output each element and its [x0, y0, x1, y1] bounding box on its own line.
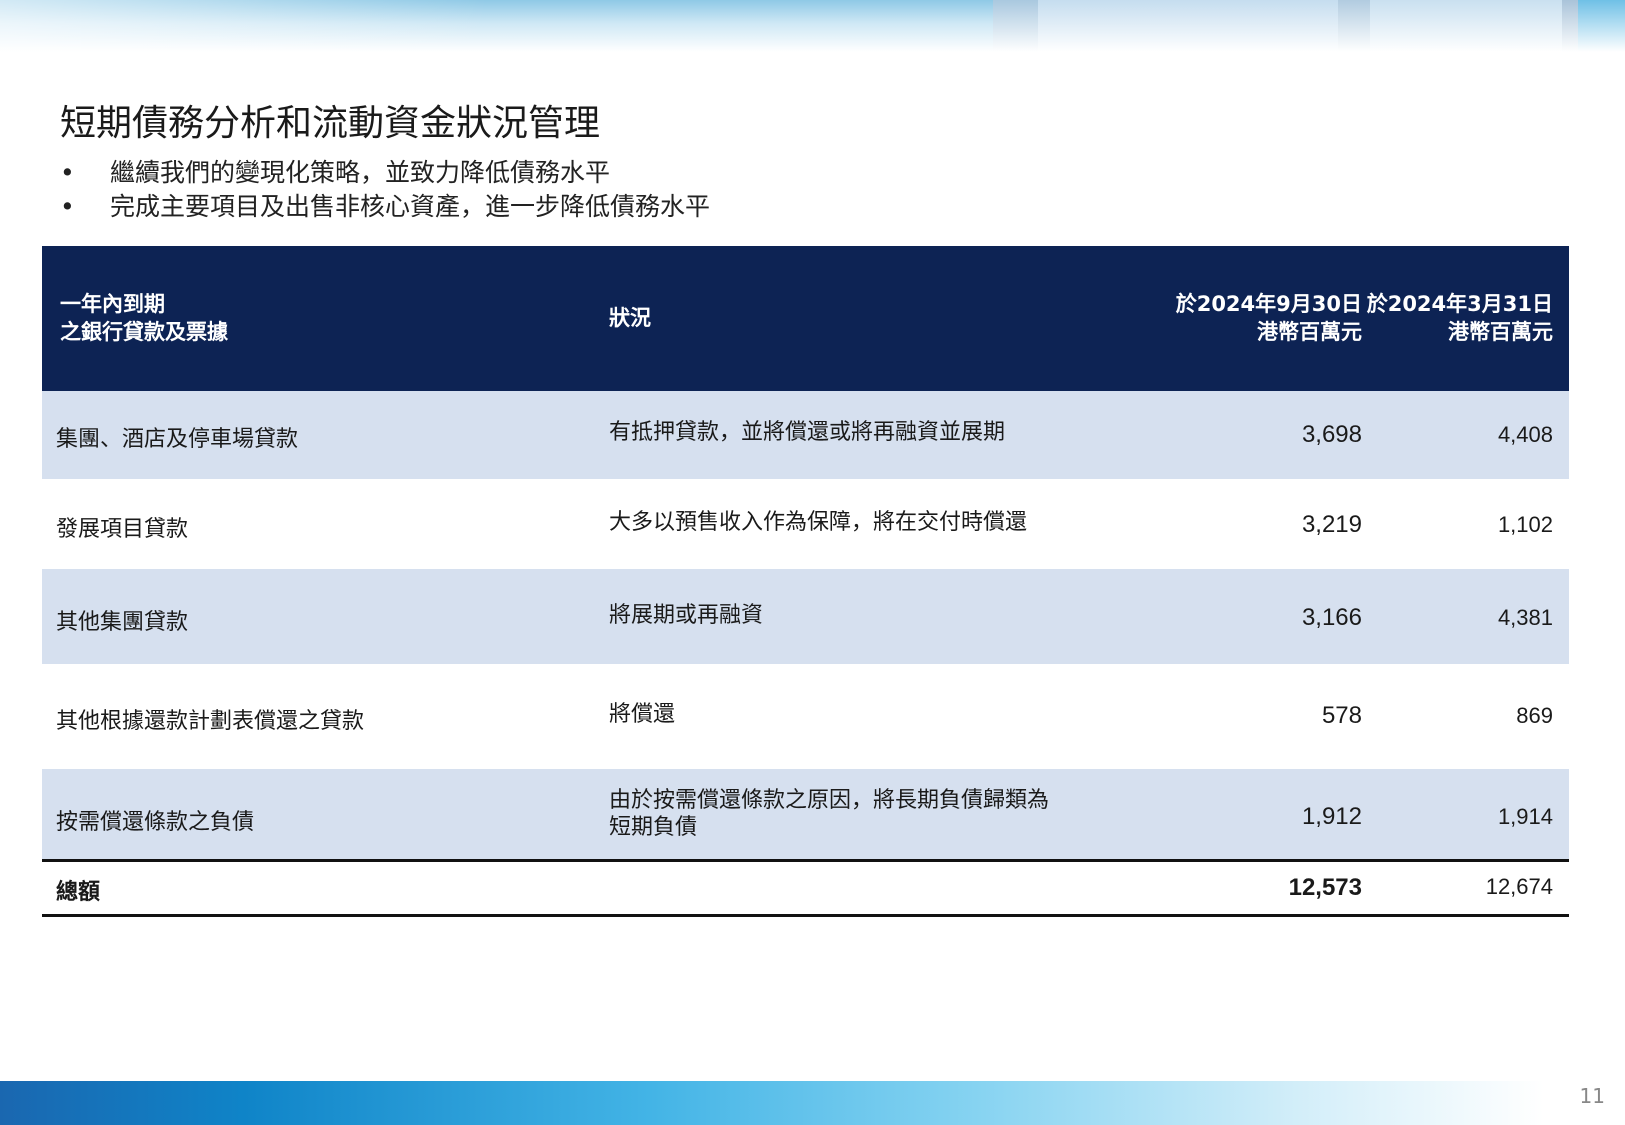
page-number: 11 — [1579, 1084, 1605, 1108]
table-header: 一年內到期 之銀行貸款及票據 狀況 於2024年9月30日 港幣百萬元 於202… — [42, 246, 1569, 391]
row-status: 將償還 — [609, 702, 676, 727]
table-row: 其他根據還款計劃表償還之貸款 將償還 578 869 — [42, 664, 1569, 769]
bullet-item: • 完成主要項目及出售非核心資產，進一步降低債務水平 — [60, 190, 710, 224]
debt-table: 一年內到期 之銀行貸款及票據 狀況 於2024年9月30日 港幣百萬元 於202… — [42, 246, 1569, 917]
row-value-sep2024: 3,219 — [1301, 511, 1362, 538]
header-mar2024-unit: 港幣百萬元 — [1448, 320, 1553, 344]
total-value-sep2024: 12,573 — [1288, 874, 1362, 901]
bottom-decorative-band — [0, 1081, 1625, 1125]
row-value-mar2024: 4,408 — [1497, 422, 1553, 447]
row-value-sep2024: 3,166 — [1301, 604, 1362, 631]
bullet-dot: • — [60, 192, 75, 221]
header-status: 狀況 — [609, 306, 651, 330]
row-status: 由於按需償還條款之原因，將長期負債歸類為 短期負債 — [609, 787, 1049, 841]
total-row: 總額 12,573 12,674 — [42, 859, 1569, 917]
header-loans-line2: 之銀行貸款及票據 — [60, 320, 228, 344]
row-status-line: 短期負債 — [609, 815, 698, 840]
row-value-mar2024: 1,914 — [1497, 804, 1553, 829]
header-loans: 一年內到期 之銀行貸款及票據 — [60, 290, 560, 346]
top-decorative-band — [0, 0, 1625, 52]
table-row: 其他集團貸款 將展期或再融資 3,166 4,381 — [42, 569, 1569, 664]
bullet-text: 繼續我們的變現化策略，並致力降低債務水平 — [110, 158, 611, 187]
row-item: 其他根據還款計劃表償還之貸款 — [56, 709, 365, 734]
bullet-text: 完成主要項目及出售非核心資產，進一步降低債務水平 — [110, 192, 711, 221]
row-item: 集團、酒店及停車場貸款 — [56, 427, 299, 452]
bullet-dot: • — [60, 158, 75, 187]
header-loans-line1: 一年內到期 — [60, 292, 165, 316]
bullet-item: • 繼續我們的變現化策略，並致力降低債務水平 — [60, 156, 710, 190]
table-row: 按需償還條款之負債 由於按需償還條款之原因，將長期負債歸類為 短期負債 1,91… — [42, 769, 1569, 859]
row-status: 將展期或再融資 — [609, 603, 764, 628]
row-value-sep2024: 3,698 — [1301, 421, 1362, 448]
header-mar2024-date: 於2024年3月31日 — [1366, 292, 1553, 316]
slide-title: 短期債務分析和流動資金狀況管理 — [60, 103, 601, 144]
row-status-line: 由於按需償還條款之原因，將長期負債歸類為 — [609, 788, 1050, 813]
bullet-list: • 繼續我們的變現化策略，並致力降低債務水平 • 完成主要項目及出售非核心資產，… — [60, 156, 710, 224]
table-row: 集團、酒店及停車場貸款 有抵押貸款，並將償還或將再融資並展期 3,698 4,4… — [42, 391, 1569, 479]
header-sep2024: 於2024年9月30日 港幣百萬元 — [1102, 290, 1362, 346]
row-value-mar2024: 4,381 — [1497, 605, 1553, 630]
row-value-mar2024: 869 — [1516, 703, 1553, 728]
row-status: 有抵押貸款，並將償還或將再融資並展期 — [609, 420, 1006, 445]
row-item: 按需償還條款之負債 — [56, 810, 255, 835]
total-label: 總額 — [56, 880, 101, 905]
row-item: 其他集團貸款 — [56, 610, 189, 635]
header-sep2024-unit: 港幣百萬元 — [1257, 320, 1362, 344]
row-value-sep2024: 578 — [1321, 702, 1362, 729]
table-row: 發展項目貸款 大多以預售收入作為保障，將在交付時償還 3,219 1,102 — [42, 479, 1569, 569]
row-item: 發展項目貸款 — [56, 517, 189, 542]
row-value-sep2024: 1,912 — [1301, 803, 1362, 830]
header-mar2024: 於2024年3月31日 港幣百萬元 — [1338, 290, 1553, 346]
total-value-mar2024: 12,674 — [1485, 874, 1553, 899]
row-status: 大多以預售收入作為保障，將在交付時償還 — [609, 510, 1028, 535]
row-value-mar2024: 1,102 — [1497, 512, 1553, 537]
header-sep2024-date: 於2024年9月30日 — [1175, 292, 1362, 316]
